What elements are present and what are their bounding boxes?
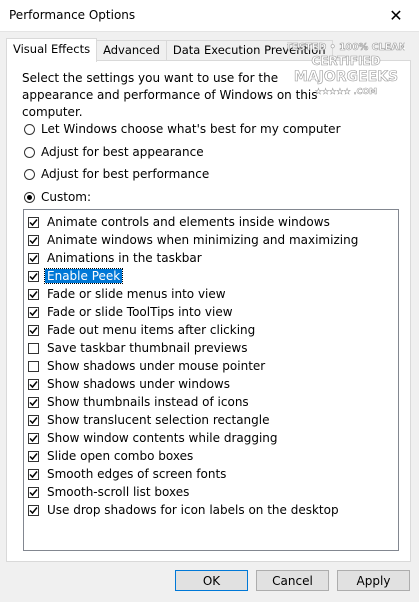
effect-label: Enable Peek — [43, 268, 124, 284]
effect-checkbox[interactable] — [28, 306, 39, 318]
checkmark-icon — [29, 308, 38, 316]
effects-list[interactable]: Animate controls and elements inside win… — [23, 209, 399, 551]
checkmark-icon — [29, 434, 38, 442]
checkmark-icon — [29, 452, 38, 460]
effect-checkbox[interactable] — [28, 450, 39, 462]
effect-label: Animations in the taskbar — [47, 251, 202, 265]
effect-item[interactable]: Animations in the taskbar — [28, 249, 204, 267]
radio-button[interactable] — [24, 146, 35, 158]
radio-best-appearance[interactable]: Adjust for best appearance — [24, 145, 204, 159]
checkmark-icon — [29, 470, 38, 478]
effect-label: Show shadows under mouse pointer — [47, 359, 266, 373]
checkmark-icon — [29, 380, 38, 388]
checkmark-icon — [29, 290, 38, 298]
effect-item[interactable]: Fade or slide menus into view — [28, 285, 228, 303]
effect-item[interactable]: Show translucent selection rectangle — [28, 411, 272, 429]
effect-item[interactable]: Enable Peek — [28, 267, 124, 285]
effect-checkbox[interactable] — [28, 414, 39, 426]
checkmark-icon — [29, 416, 38, 424]
effect-label: Fade or slide menus into view — [47, 287, 226, 301]
ok-button[interactable]: OK — [175, 570, 248, 591]
tab-visual-effects[interactable]: Visual Effects — [6, 38, 98, 62]
effect-checkbox[interactable] — [28, 378, 39, 390]
effect-checkbox[interactable] — [28, 288, 39, 300]
effect-label: Fade or slide ToolTips into view — [47, 305, 233, 319]
effect-label: Smooth edges of screen fonts — [47, 467, 227, 481]
effect-item[interactable]: Show shadows under windows — [28, 375, 232, 393]
effect-checkbox[interactable] — [28, 342, 39, 354]
checkmark-icon — [29, 236, 38, 244]
effect-label: Use drop shadows for icon labels on the … — [47, 503, 339, 517]
radio-label: Custom: — [41, 190, 92, 204]
effect-label: Smooth-scroll list boxes — [47, 485, 190, 499]
apply-button[interactable]: Apply — [337, 570, 410, 591]
effect-checkbox[interactable] — [28, 468, 39, 480]
effect-label: Animate controls and elements inside win… — [47, 215, 330, 229]
effect-item[interactable]: Use drop shadows for icon labels on the … — [28, 501, 341, 519]
effect-item[interactable]: Smooth edges of screen fonts — [28, 465, 228, 483]
effect-item[interactable]: Show thumbnails instead of icons — [28, 393, 251, 411]
cancel-button[interactable]: Cancel — [256, 570, 329, 591]
checkmark-icon — [29, 398, 38, 406]
checkmark-icon — [29, 488, 38, 496]
tab-advanced[interactable]: Advanced — [96, 40, 167, 61]
radio-label: Let Windows choose what's best for my co… — [41, 122, 341, 136]
effect-label: Show window contents while dragging — [47, 431, 278, 445]
effect-checkbox[interactable] — [28, 252, 39, 264]
effect-label: Show thumbnails instead of icons — [47, 395, 249, 409]
radio-label: Adjust for best appearance — [41, 145, 204, 159]
window-title: Performance Options — [9, 8, 136, 22]
effect-checkbox[interactable] — [28, 216, 39, 228]
radio-best-performance[interactable]: Adjust for best performance — [24, 167, 209, 181]
effect-item[interactable]: Fade out menu items after clicking — [28, 321, 257, 339]
effect-checkbox[interactable] — [28, 234, 39, 246]
effect-checkbox[interactable] — [28, 396, 39, 408]
radio-label: Adjust for best performance — [41, 167, 210, 181]
tab-data-execution-prevention[interactable]: Data Execution Prevention — [165, 40, 333, 61]
effect-label: Fade out menu items after clicking — [47, 323, 256, 337]
effect-checkbox[interactable] — [28, 432, 39, 444]
radio-custom[interactable]: Custom: — [24, 190, 91, 204]
effect-item[interactable]: Animate windows when minimizing and maxi… — [28, 231, 360, 249]
checkmark-icon — [29, 326, 38, 334]
checkmark-icon — [29, 272, 38, 280]
effect-checkbox[interactable] — [28, 270, 39, 282]
close-icon: ✕ — [389, 6, 403, 25]
description-text: Select the settings you want to use for … — [22, 71, 318, 119]
effect-item[interactable]: Slide open combo boxes — [28, 447, 195, 465]
checkmark-icon — [29, 254, 38, 262]
checkmark-icon — [29, 218, 38, 226]
effect-label: Show shadows under windows — [47, 377, 230, 391]
effect-checkbox[interactable] — [28, 486, 39, 498]
visual-effects-panel: Select the settings you want to use for … — [6, 60, 411, 562]
effect-label: Save taskbar thumbnail previews — [47, 341, 248, 355]
effect-label: Animate windows when minimizing and maxi… — [47, 233, 359, 247]
radio-button[interactable] — [24, 191, 35, 203]
effect-label: Slide open combo boxes — [47, 449, 194, 463]
radio-let-windows-choose[interactable]: Let Windows choose what's best for my co… — [24, 122, 341, 136]
effect-item[interactable]: Smooth-scroll list boxes — [28, 483, 191, 501]
tab-strip: Visual Effects Advanced Data Execution P… — [6, 38, 333, 62]
effect-item[interactable]: Fade or slide ToolTips into view — [28, 303, 235, 321]
radio-button[interactable] — [24, 168, 35, 180]
effect-checkbox[interactable] — [28, 504, 39, 516]
effect-item[interactable]: Save taskbar thumbnail previews — [28, 339, 249, 357]
effect-item[interactable]: Animate controls and elements inside win… — [28, 213, 332, 231]
effect-item[interactable]: Show window contents while dragging — [28, 429, 280, 447]
effect-label: Show translucent selection rectangle — [47, 413, 270, 427]
effect-item[interactable]: Show shadows under mouse pointer — [28, 357, 267, 375]
effect-checkbox[interactable] — [28, 324, 39, 336]
effect-checkbox[interactable] — [28, 360, 39, 372]
title-bar: Performance Options ✕ — [0, 0, 419, 32]
radio-button[interactable] — [24, 123, 35, 135]
close-button[interactable]: ✕ — [373, 0, 419, 31]
checkmark-icon — [29, 506, 38, 514]
